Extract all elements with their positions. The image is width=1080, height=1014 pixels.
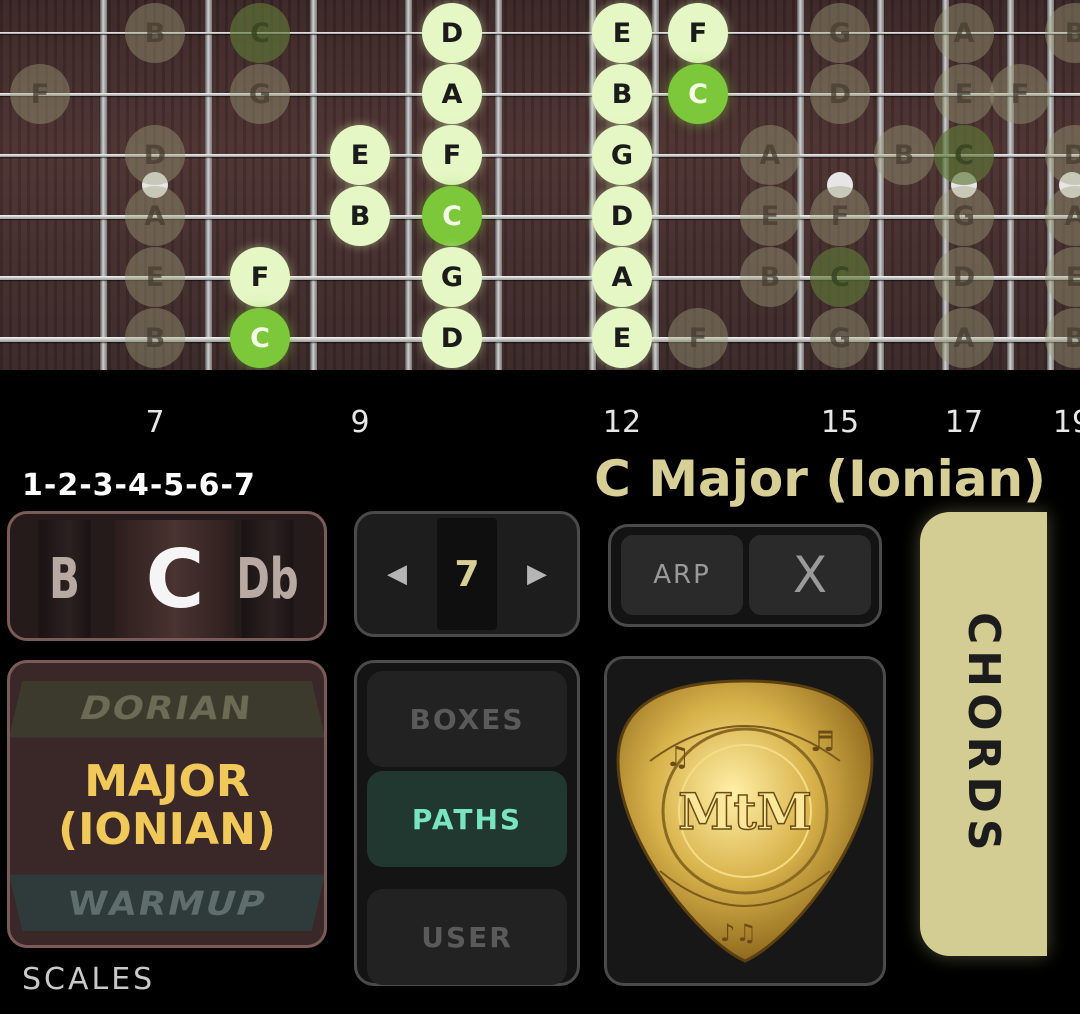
note-marker-B[interactable]: B bbox=[740, 247, 800, 307]
note-marker-B[interactable]: B bbox=[125, 3, 185, 63]
note-marker-C[interactable]: C bbox=[230, 3, 290, 63]
logo-text: MtM bbox=[678, 782, 812, 841]
note-marker-C[interactable]: C bbox=[668, 64, 728, 124]
logo-panel[interactable]: ♫ ♬ ♪♫ MtM bbox=[604, 656, 886, 986]
note-marker-B[interactable]: B bbox=[874, 125, 934, 185]
note-marker-D[interactable]: D bbox=[422, 308, 482, 368]
note-marker-G[interactable]: G bbox=[422, 247, 482, 307]
triangle-right-icon: ▶ bbox=[527, 559, 547, 589]
note-marker-E[interactable]: E bbox=[592, 3, 652, 63]
position-prev-button[interactable]: ◀ bbox=[357, 518, 437, 630]
note-marker-D[interactable]: D bbox=[125, 125, 185, 185]
fret-number: 19 bbox=[1052, 405, 1080, 440]
note-marker-D[interactable]: D bbox=[934, 247, 994, 307]
note-marker-G[interactable]: G bbox=[810, 3, 870, 63]
arpeggio-panel: ARP X bbox=[608, 524, 882, 627]
note-marker-F[interactable]: F bbox=[422, 125, 482, 185]
fret-wire bbox=[495, 0, 502, 370]
svg-text:♪♫: ♪♫ bbox=[720, 919, 757, 947]
key-current: C bbox=[115, 520, 235, 638]
svg-text:♫: ♫ bbox=[665, 740, 690, 773]
user-button[interactable]: USER bbox=[367, 889, 567, 985]
mode-current: MAJOR (IONIAN) bbox=[57, 756, 277, 855]
note-marker-G[interactable]: G bbox=[810, 308, 870, 368]
note-marker-F[interactable]: F bbox=[230, 247, 290, 307]
fret-wire bbox=[797, 0, 804, 370]
note-marker-C[interactable]: C bbox=[934, 125, 994, 185]
fret-wire bbox=[405, 0, 412, 370]
note-marker-E[interactable]: E bbox=[592, 308, 652, 368]
fret-wire bbox=[1047, 0, 1054, 370]
position-value: 7 bbox=[437, 518, 497, 630]
note-marker-G[interactable]: G bbox=[230, 64, 290, 124]
fret-wire bbox=[310, 0, 317, 370]
fret-wire bbox=[589, 0, 596, 370]
note-marker-F[interactable]: F bbox=[668, 308, 728, 368]
note-marker-G[interactable]: G bbox=[592, 125, 652, 185]
note-marker-D[interactable]: D bbox=[422, 3, 482, 63]
note-marker-C[interactable]: C bbox=[230, 308, 290, 368]
note-marker-D[interactable]: D bbox=[592, 186, 652, 246]
fret-number: 12 bbox=[602, 405, 642, 440]
close-x-button[interactable]: X bbox=[749, 535, 871, 615]
note-marker-A[interactable]: A bbox=[125, 186, 185, 246]
key-selector[interactable]: B C Db bbox=[7, 511, 327, 641]
fret-number: 15 bbox=[820, 405, 860, 440]
note-marker-C[interactable]: C bbox=[810, 247, 870, 307]
mode-selector[interactable]: DORIAN MAJOR (IONIAN) WARMUP bbox=[7, 660, 327, 948]
note-marker-A[interactable]: A bbox=[592, 247, 652, 307]
note-marker-E[interactable]: E bbox=[330, 125, 390, 185]
position-next-button[interactable]: ▶ bbox=[497, 518, 577, 630]
fret-wire bbox=[652, 0, 659, 370]
note-marker-A[interactable]: A bbox=[740, 125, 800, 185]
note-marker-F[interactable]: F bbox=[810, 186, 870, 246]
boxes-button[interactable]: BOXES bbox=[367, 671, 567, 767]
scales-label: SCALES bbox=[22, 962, 156, 997]
note-marker-A[interactable]: A bbox=[422, 64, 482, 124]
note-marker-D[interactable]: D bbox=[810, 64, 870, 124]
note-marker-C[interactable]: C bbox=[422, 186, 482, 246]
fret-wire bbox=[205, 0, 212, 370]
note-marker-F[interactable]: F bbox=[10, 64, 70, 124]
scale-formula: 1-2-3-4-5-6-7 bbox=[22, 468, 256, 503]
note-marker-G[interactable]: G bbox=[934, 186, 994, 246]
note-marker-F[interactable]: F bbox=[990, 64, 1050, 124]
mode-next[interactable]: WARMUP bbox=[10, 874, 324, 931]
note-marker-E[interactable]: E bbox=[934, 64, 994, 124]
key-prev[interactable]: B bbox=[38, 520, 91, 638]
svg-text:♬: ♬ bbox=[810, 725, 835, 758]
note-marker-F[interactable]: F bbox=[668, 3, 728, 63]
fret-number: 7 bbox=[145, 405, 165, 440]
fret-number: 9 bbox=[350, 405, 370, 440]
guitar-string bbox=[0, 93, 1080, 96]
chords-button[interactable]: CHORDS bbox=[920, 512, 1047, 956]
fretboard[interactable]: BCDEFGABFGABCDEFDEFGABCDABCDEFGAEFGABCDE… bbox=[0, 0, 1080, 370]
note-marker-E[interactable]: E bbox=[740, 186, 800, 246]
note-marker-A[interactable]: A bbox=[934, 3, 994, 63]
key-next[interactable]: Db bbox=[236, 520, 299, 638]
note-marker-B[interactable]: B bbox=[330, 186, 390, 246]
fret-wire bbox=[1007, 0, 1014, 370]
triangle-left-icon: ◀ bbox=[387, 559, 407, 589]
guitar-pick-logo: ♫ ♬ ♪♫ MtM bbox=[616, 679, 874, 963]
view-mode-selector: BOXES PATHS USER bbox=[354, 660, 580, 986]
position-selector[interactable]: ◀ 7 ▶ bbox=[354, 511, 580, 637]
note-marker-B[interactable]: B bbox=[592, 64, 652, 124]
arp-button[interactable]: ARP bbox=[621, 535, 743, 615]
chords-label: CHORDS bbox=[958, 611, 1009, 857]
scale-title: C Major (Ionian) bbox=[594, 450, 1046, 508]
note-marker-E[interactable]: E bbox=[125, 247, 185, 307]
paths-button[interactable]: PATHS bbox=[367, 771, 567, 867]
fret-number: 17 bbox=[944, 405, 984, 440]
note-marker-B[interactable]: B bbox=[125, 308, 185, 368]
fret-wire bbox=[100, 0, 107, 370]
note-marker-A[interactable]: A bbox=[934, 308, 994, 368]
fret-wire bbox=[877, 0, 884, 370]
mode-prev[interactable]: DORIAN bbox=[10, 681, 324, 738]
